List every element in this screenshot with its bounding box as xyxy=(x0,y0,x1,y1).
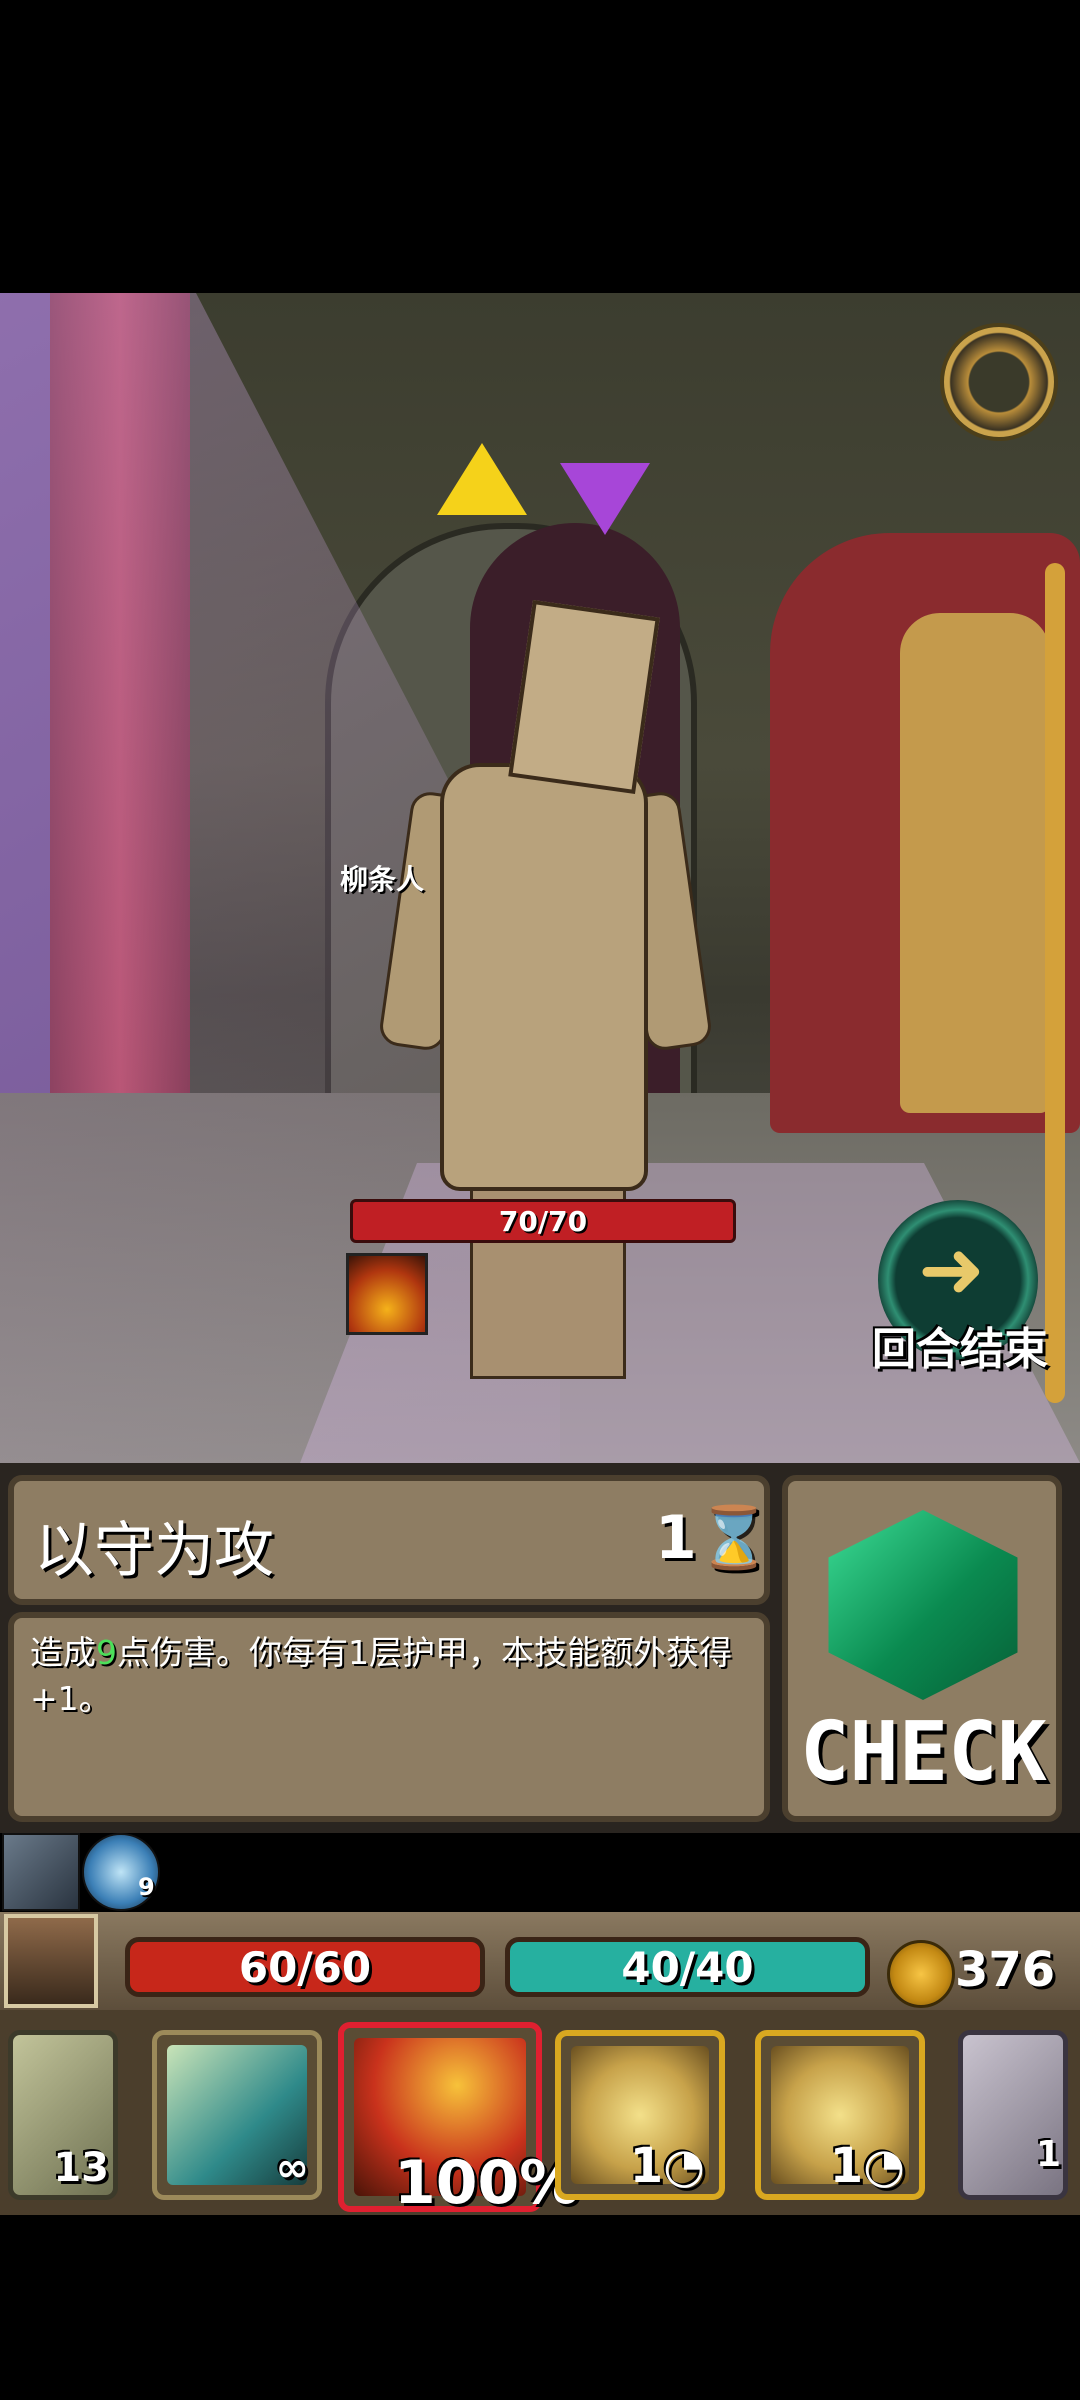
discard-pile[interactable]: 1 xyxy=(958,2030,1068,2200)
hand-card-4[interactable]: 1◔ xyxy=(755,2030,925,2200)
enemy-name: 柳条人 xyxy=(340,863,425,896)
card-desc-prefix: 造成 xyxy=(30,1633,96,1672)
scene-coat xyxy=(900,613,1050,1113)
end-turn-label[interactable]: 回合结束 xyxy=(872,1313,1048,1377)
gold-amount: 376 xyxy=(955,1942,1056,1998)
player-hp-text: 60/60 xyxy=(238,1942,372,1992)
hand-card-3[interactable]: 1◔ xyxy=(555,2030,725,2200)
scene-coat-rack xyxy=(1045,563,1065,1403)
settings-gear-icon[interactable] xyxy=(940,323,1058,441)
enemy-sprite-head[interactable] xyxy=(508,599,660,795)
battle-scene: 柳条人 70/70 ➜ 回合结束 xyxy=(0,293,1080,1463)
check-label[interactable]: CHECK xyxy=(800,1705,1047,1800)
end-turn-arrow-icon: ➜ xyxy=(918,1223,986,1316)
card-4-label: 1◔ xyxy=(829,2138,905,2194)
player-avatar[interactable] xyxy=(4,1914,98,2008)
card-description: 造成9点伤害。你每有1层护甲，本技能额外获得+1。 xyxy=(30,1630,750,1722)
enemy-sprite[interactable] xyxy=(440,763,648,1191)
player-mana-bar: 40/40 xyxy=(505,1937,870,1997)
discard-pile-count: 1 xyxy=(1035,2134,1061,2175)
hand-card-2-selected[interactable]: 100% xyxy=(338,2022,579,2218)
enemy-hp-bar: 70/70 xyxy=(350,1199,736,1243)
card-2-label: 100% xyxy=(394,2148,580,2218)
card-desc-value: 9 xyxy=(96,1633,117,1672)
card-title: 以守为攻 xyxy=(34,1516,274,1586)
draw-pile[interactable]: 13 xyxy=(8,2030,118,2200)
enemy-burn-status-icon[interactable] xyxy=(346,1253,428,1335)
despair-buff-icon[interactable] xyxy=(2,1833,80,1911)
draw-pile-count: 13 xyxy=(53,2145,109,2191)
debuff-intent-icon[interactable] xyxy=(560,463,650,535)
attack-intent-icon[interactable] xyxy=(437,443,527,515)
card-cost: 1⌛ xyxy=(655,1503,772,1573)
player-hp-bar: 60/60 xyxy=(125,1937,485,1997)
player-mana-text: 40/40 xyxy=(621,1942,754,1992)
card-3-label: 1◔ xyxy=(629,2138,705,2194)
enemy-hp-text: 70/70 xyxy=(498,1204,588,1238)
bottom-letterbox xyxy=(0,2215,1080,2400)
card-desc-suffix: 点伤害。你每有1层护甲，本技能额外获得+1。 xyxy=(30,1633,732,1718)
hand-card-1[interactable]: ∞ xyxy=(152,2030,322,2200)
shield-buff-count: 9 xyxy=(138,1873,155,1901)
gold-coin-icon xyxy=(887,1940,955,2008)
card-1-label: ∞ xyxy=(275,2145,309,2191)
top-letterbox xyxy=(0,0,1080,293)
